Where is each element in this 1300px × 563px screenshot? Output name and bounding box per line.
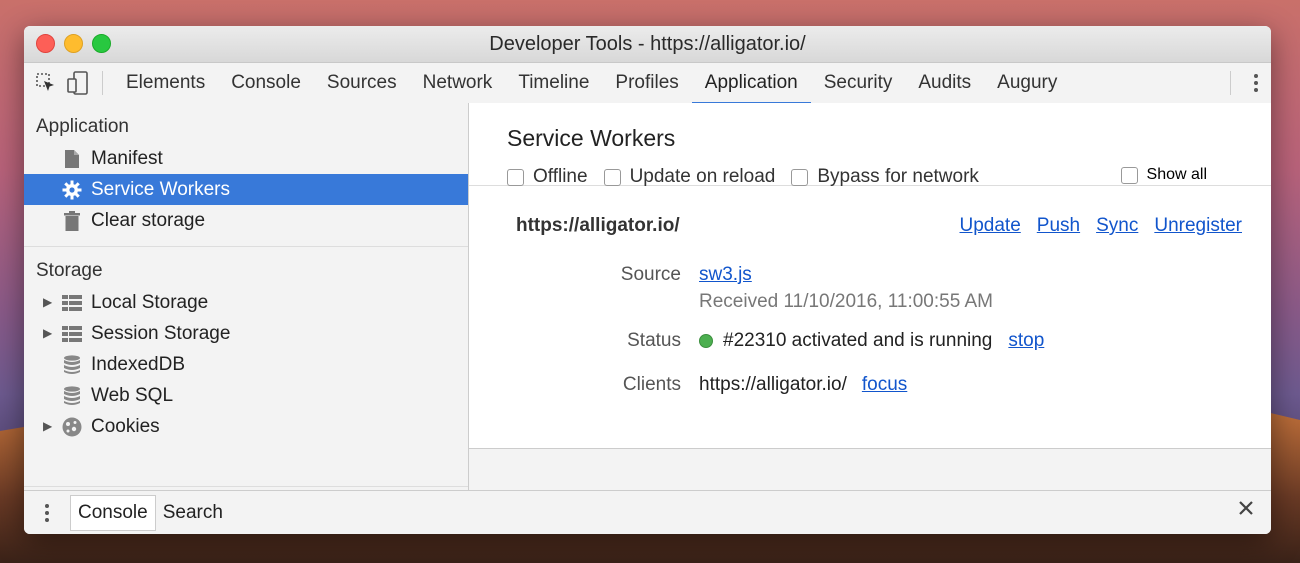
close-drawer-icon[interactable] xyxy=(1237,499,1255,522)
sidebar-item-session-storage[interactable]: ▶ Session Storage xyxy=(24,318,468,349)
status-value: #22310 activated and is running stop xyxy=(699,330,1044,352)
drawer-menu-icon[interactable] xyxy=(24,503,70,522)
window-title: Developer Tools - https://alligator.io/ xyxy=(489,33,806,55)
trash-icon xyxy=(62,210,82,231)
sidebar-section-application: Application xyxy=(36,116,129,137)
toolbar-separator xyxy=(102,71,103,95)
gear-icon xyxy=(62,180,82,200)
database-icon xyxy=(62,385,82,406)
tab-network[interactable]: Network xyxy=(410,63,506,103)
database-icon xyxy=(62,354,82,375)
drawer-tab-search[interactable]: Search xyxy=(156,495,230,531)
cookie-icon xyxy=(62,417,82,437)
status-label: Status xyxy=(627,330,681,351)
document-icon xyxy=(62,149,82,169)
worker-origin: https://alligator.io/ xyxy=(516,215,680,236)
push-link[interactable]: Push xyxy=(1037,215,1080,237)
clients-label: Clients xyxy=(622,374,681,395)
sidebar-item-web-sql[interactable]: Web SQL xyxy=(24,380,468,411)
more-options-icon[interactable] xyxy=(1241,74,1271,92)
pane-footer xyxy=(469,448,1271,491)
expand-arrow-icon[interactable]: ▶ xyxy=(43,411,52,442)
sidebar-item-indexeddb[interactable]: IndexedDB xyxy=(24,349,468,380)
source-file-link[interactable]: sw3.js xyxy=(699,264,752,286)
tab-console[interactable]: Console xyxy=(218,63,314,103)
sync-link[interactable]: Sync xyxy=(1096,215,1138,237)
panel-tabs: Elements Console Sources Network Timelin… xyxy=(113,63,1070,104)
sidebar-item-label: Local Storage xyxy=(91,292,209,313)
clients-value: https://alligator.io/ focus xyxy=(699,374,907,396)
sidebar-divider xyxy=(24,486,468,487)
received-timestamp: Received 11/10/2016, 11:00:55 AM xyxy=(699,291,994,312)
sidebar-item-label: Web SQL xyxy=(91,385,174,406)
toolbar-separator xyxy=(1230,71,1231,95)
bypass-for-network-checkbox[interactable]: Bypass for network xyxy=(791,166,979,188)
grid-icon xyxy=(62,293,82,313)
worker-actions: Update Push Sync Unregister xyxy=(960,215,1243,237)
stop-link[interactable]: stop xyxy=(1008,330,1044,352)
sidebar-item-label: Cookies xyxy=(91,416,160,437)
tab-profiles[interactable]: Profiles xyxy=(602,63,691,103)
source-label: Source xyxy=(620,264,681,285)
tab-security[interactable]: Security xyxy=(811,63,906,103)
focus-link[interactable]: focus xyxy=(862,374,907,396)
service-workers-pane: Service Workers Offline Update on reload… xyxy=(469,103,1271,491)
expand-arrow-icon[interactable]: ▶ xyxy=(43,318,52,349)
sidebar-item-label: IndexedDB xyxy=(91,354,186,375)
status-running-icon xyxy=(699,334,713,348)
update-on-reload-checkbox[interactable]: Update on reload xyxy=(603,166,776,188)
title-bar: Developer Tools - https://alligator.io/ xyxy=(24,26,1271,63)
checkbox-box[interactable] xyxy=(603,168,621,186)
sidebar-item-label: Clear storage xyxy=(91,210,206,231)
unregister-link[interactable]: Unregister xyxy=(1154,215,1242,237)
checkbox-label: Offline xyxy=(533,166,588,187)
grid-icon xyxy=(62,324,82,344)
checkbox-box[interactable] xyxy=(1120,166,1138,184)
sidebar-item-manifest[interactable]: Manifest xyxy=(24,143,468,174)
sidebar-item-label: Manifest xyxy=(91,148,163,169)
pane-header: Service Workers Offline Update on reload… xyxy=(469,103,1271,188)
sidebar-item-label: Service Workers xyxy=(91,179,231,200)
sidebar-divider xyxy=(24,246,468,247)
device-toolbar-icon[interactable] xyxy=(62,63,94,103)
sidebar-item-service-workers[interactable]: Service Workers xyxy=(24,174,468,205)
tab-elements[interactable]: Elements xyxy=(113,63,218,103)
inspect-element-icon[interactable] xyxy=(30,63,62,103)
checkbox-label: Bypass for network xyxy=(817,166,979,187)
drawer-toolbar: Console Search xyxy=(24,490,1271,534)
sidebar-item-cookies[interactable]: ▶ Cookies xyxy=(24,411,468,442)
tab-application[interactable]: Application xyxy=(691,63,811,104)
main-area: Application Manifest Service Workers Cle… xyxy=(24,103,1271,491)
expand-arrow-icon[interactable]: ▶ xyxy=(43,287,52,318)
sidebar-item-clear-storage[interactable]: Clear storage xyxy=(24,205,468,236)
tab-timeline[interactable]: Timeline xyxy=(505,63,602,103)
tab-augury[interactable]: Augury xyxy=(984,63,1070,103)
drawer-tab-console[interactable]: Console xyxy=(70,494,156,531)
sidebar-item-local-storage[interactable]: ▶ Local Storage xyxy=(24,287,468,318)
page-title: Service Workers xyxy=(507,125,676,151)
tab-audits[interactable]: Audits xyxy=(905,63,984,103)
checkbox-box[interactable] xyxy=(507,168,524,186)
sidebar-item-label: Session Storage xyxy=(91,323,231,344)
sidebar-section-storage: Storage xyxy=(36,260,103,281)
show-all-checkbox[interactable]: Show all xyxy=(1120,166,1207,184)
checkbox-box[interactable] xyxy=(791,168,809,186)
update-link[interactable]: Update xyxy=(960,215,1021,237)
devtools-toolbar: Elements Console Sources Network Timelin… xyxy=(24,63,1271,104)
tab-sources[interactable]: Sources xyxy=(314,63,410,103)
status-text: #22310 activated and is running xyxy=(723,330,993,351)
source-value: sw3.js xyxy=(699,264,752,286)
devtools-window: Developer Tools - https://alligator.io/ … xyxy=(24,26,1271,534)
sidebar: Application Manifest Service Workers Cle… xyxy=(24,103,469,491)
checkbox-label: Update on reload xyxy=(629,166,776,187)
toolbar-right xyxy=(1230,63,1271,103)
checkbox-label: Show all xyxy=(1146,166,1207,183)
client-url: https://alligator.io/ xyxy=(699,374,847,395)
offline-checkbox[interactable]: Offline xyxy=(507,166,588,188)
